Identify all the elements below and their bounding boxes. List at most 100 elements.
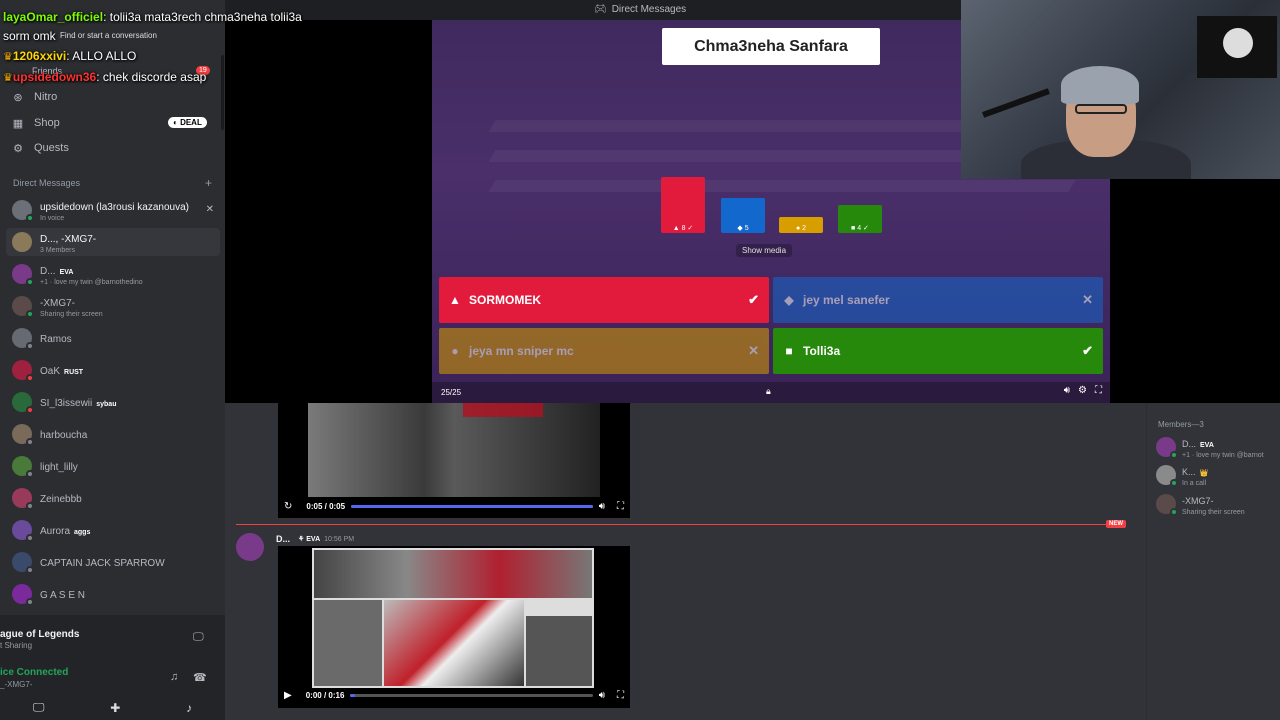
avatar [1156,494,1178,516]
dm-item[interactable]: harboucha [6,420,220,448]
sidebar-item-quests[interactable]: ⚙ Quests [12,142,69,155]
dm-item[interactable]: Aurora aggs [6,516,220,544]
avatar [12,488,34,510]
message-header: D... ⚘ EVA 10:56 PM [276,534,354,544]
dm-subtext: In voice [40,215,65,223]
members-header: Members—3 [1158,420,1204,429]
member-subtext: Sharing their screen [1182,509,1245,517]
status-indicator [26,214,34,222]
dm-item[interactable]: CAPTAIN JACK SPARROW [6,548,220,576]
search-input[interactable]: Find or start a conversation [60,31,157,40]
dm-item[interactable]: light_lilly [6,452,220,480]
status-indicator [26,374,34,382]
avatar[interactable] [236,533,264,561]
answer-text: jey mel sanefer [803,293,890,307]
answer-text: Tolli3a [803,344,841,358]
dm-item[interactable]: -XMG7- Sharing their screen [6,292,220,320]
dm-name: light_lilly [40,461,78,473]
close-dm-icon[interactable]: ✕ [206,204,214,215]
create-dm-icon[interactable]: + [205,176,212,190]
dm-name: upsidedown (la3rousi kazanouva) [40,201,189,213]
disconnect-icon[interactable]: ☎ [193,671,207,684]
dm-item[interactable]: G A S E N [6,580,220,608]
answer-text: jeya mn sniper mc [469,344,574,358]
message-author[interactable]: D... [276,534,290,544]
dm-item[interactable]: D..., -XMG7- 3 Members [6,228,220,256]
lock-icon[interactable]: 🔒︎ [766,386,771,397]
dm-subtext: 3 Members [40,247,76,255]
fullscreen-icon[interactable]: ⛶ [1095,385,1102,396]
crown-icon: ♛ [3,72,13,84]
discord-icon: 🎮︎ [594,4,607,15]
guild-tag: ⚘ EVA [298,536,321,543]
guild-tag: EVA [1200,441,1214,449]
soundboard-icon[interactable]: ♪ [186,701,192,715]
video-progress[interactable] [351,504,593,508]
fullscreen-icon[interactable]: ⛶ [617,501,624,512]
video-attachment-2[interactable]: ▶ 0:00 / 0:16 🔊︎ ⛶ [278,546,630,708]
new-badge: NEW [1106,520,1126,528]
shop-icon: ▦ [12,117,24,130]
sidebar-item-shop[interactable]: ▦ Shop [12,117,60,130]
sidebar-item-nitro[interactable]: ⊛ Nitro [12,91,57,104]
status-indicator [26,566,34,574]
answer-counter: 25/25 [441,388,462,397]
screen-share-icon[interactable]: 🖵︎ [33,700,45,715]
volume-icon[interactable]: 🔊︎ [599,501,605,512]
show-media-button[interactable]: Show media [736,244,793,257]
status-indicator [26,438,34,446]
voice-activity-icon[interactable]: ♫ [170,671,178,683]
member-name: D... [1182,438,1197,449]
volume-icon[interactable]: 🔊︎ [599,690,605,701]
play-icon[interactable]: ▶ [284,690,292,701]
dm-name: Zeinebbb [40,493,82,505]
overlay-chat-line: ♛upsidedown36: chek discorde asap [3,70,207,84]
volume-icon[interactable]: 🔊︎ [1064,385,1070,396]
dm-item[interactable]: OaK RUST [6,356,220,384]
dm-name: Aurora [40,525,71,537]
result-bar: ◆ 5 [721,198,765,233]
dm-item[interactable]: upsidedown (la3rousi kazanouva) In voice ✕ [6,196,220,224]
deal-badge: ◐ DEAL [168,117,207,128]
answer-option[interactable]: ■ Tolli3a ✔ [773,328,1103,374]
dm-header: Direct Messages [13,178,81,188]
title-bar-title: 🎮︎ Direct Messages [594,4,687,15]
avatar [12,232,32,252]
video-progress[interactable] [350,693,593,697]
stream-icon[interactable]: 🖵︎ [193,631,204,644]
voice-status: ice Connected [0,667,69,678]
dm-item[interactable]: Ramos [6,324,220,352]
dm-item[interactable]: Zeinebbb [6,484,220,512]
member-item[interactable]: -XMG7- Sharing their screen [1156,492,1280,516]
avatar [12,296,34,318]
status-indicator [26,470,34,478]
avatar [12,456,34,478]
activities-icon[interactable]: ✚ [110,701,120,715]
avatar [12,360,34,382]
member-item[interactable]: K... 👑 In a call [1156,463,1280,487]
video-attachment-1[interactable]: ↻ 0:05 / 0:05 🔊︎ ⛶ [278,403,630,518]
dm-item[interactable]: D... EVA +1 · love my twin @barnothedino [6,260,220,288]
guild-tag: aggs [74,528,91,536]
answer-option[interactable]: ▲ SORMOMEK ✔ [439,277,769,323]
answer-option[interactable]: ● jeya mn sniper mc ✕ [439,328,769,374]
answer-shape-icon: ▲ [449,293,461,307]
replay-icon[interactable]: ↻ [284,501,292,512]
fullscreen-icon[interactable]: ⛶ [617,690,624,701]
status-indicator [26,406,34,414]
sidebar-scrollbar[interactable] [221,55,224,130]
message-timestamp: 10:56 PM [324,535,355,543]
settings-icon[interactable]: ⚙ [1078,385,1087,396]
answer-option[interactable]: ◆ jey mel sanefer ✕ [773,277,1103,323]
dm-name: D..., -XMG7- [40,233,97,245]
status-indicator [26,598,34,606]
cross-icon: ✕ [1082,292,1093,307]
answer-shape-icon: ■ [785,344,793,358]
avatar [12,424,34,446]
status-indicator [26,342,34,350]
overlay-chat-line: sorm omk [3,29,56,43]
activity-sub: t Sharing [0,641,33,650]
member-item[interactable]: D... EVA +1 · love my twin @barnot [1156,435,1280,459]
dm-item[interactable]: SI_l3issewii sybau [6,388,220,416]
answer-shape-icon: ◆ [784,293,794,307]
